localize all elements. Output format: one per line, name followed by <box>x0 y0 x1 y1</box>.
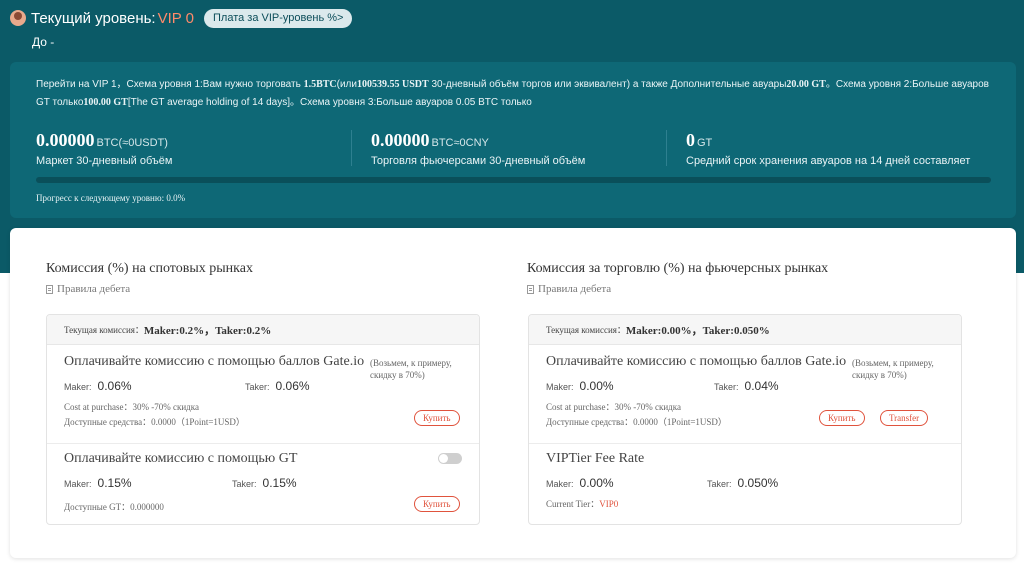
stat-spot-volume: 0.00000 BTC(≈0USDT) Маркет 30-дневный объ… <box>36 130 172 167</box>
fees-card: Комиссия (%) на спотовых рынках Правила … <box>10 228 1016 558</box>
stat-label: Средний срок хранения авуаров на 14 дней… <box>686 155 971 167</box>
spot-points-taker: Taker: 0.06% <box>245 379 310 393</box>
spot-gt-buy-button[interactable]: Купить <box>414 496 460 512</box>
vip-fee-button[interactable]: Плата за VIP-уровень %> <box>204 8 353 28</box>
stat-label: Маркет 30-дневный объём <box>36 155 173 167</box>
stat-value: 0.00000 <box>36 130 95 150</box>
section-divider <box>529 443 961 444</box>
level-label: Текущий уровень: <box>31 9 156 27</box>
futures-current-fee: Текущая комиссия： Maker:0.00%，Taker:0.050… <box>529 315 961 345</box>
spot-gt-maker: Maker: 0.15% <box>64 476 132 490</box>
futures-points-maker: Maker: 0.00% <box>546 379 614 393</box>
stat-value: 0.00000 <box>371 130 430 150</box>
stat-unit: BTC≈0CNY <box>431 137 489 149</box>
vip-tier-title: VIPTier Fee Rate <box>546 451 645 466</box>
level-value: VIP 0 <box>157 9 195 27</box>
section-divider <box>47 443 479 444</box>
spot-fee-title: Комиссия (%) на спотовых рынках <box>46 261 253 276</box>
stat-futures-volume: 0.00000 BTC≈0CNY Торговля фьючерсами 30-д… <box>371 130 585 167</box>
level-progress-bar <box>36 177 991 183</box>
avatar-icon <box>10 10 26 26</box>
futures-points-note: (Возьмем, к примеру, скидку в 70%) <box>852 358 934 380</box>
futures-points-cost: Cost at purchase：30% -70% скидка <box>546 402 681 412</box>
spot-points-cost: Cost at purchase：30% -70% скидка <box>64 402 199 412</box>
spot-points-note: (Возьмем, к примеру, скидку в 70%) <box>370 358 452 380</box>
spot-gt-taker: Taker: 0.15% <box>232 476 297 490</box>
spot-points-title: Оплачивайте комиссию с помощью баллов Ga… <box>64 354 365 369</box>
futures-fee-title: Комиссия за торговлю (%) на фьючерсных р… <box>527 261 829 276</box>
stat-gt-holding: 0 GT Средний срок хранения авуаров на 14 … <box>686 130 970 167</box>
futures-points-taker: Taker: 0.04% <box>714 379 779 393</box>
document-icon <box>527 284 534 294</box>
current-fee-value: Maker:0.2%，Taker:0.2% <box>143 324 272 337</box>
stat-value: 0 <box>686 130 695 150</box>
futures-points-buy-button[interactable]: Купить <box>819 410 865 426</box>
stat-label: Торговля фьючерсами 30-дневный объём <box>371 155 586 167</box>
debit-rules-label: Правила дебета <box>57 283 131 295</box>
stat-divider <box>666 130 667 166</box>
spot-gt-toggle[interactable] <box>438 453 462 464</box>
current-fee-label: Текущая комиссия： <box>64 325 144 335</box>
current-fee-value: Maker:0.00%，Taker:0.050% <box>625 324 770 337</box>
current-tier: Current Tier：VIP0 <box>546 499 619 509</box>
spot-current-fee: Текущая комиссия： Maker:0.2%，Taker:0.2% <box>47 315 479 345</box>
spot-gt-title: Оплачивайте комиссию с помощью GT <box>64 451 298 466</box>
spot-points-available: Доступные средства：0.0000（1Point=1USD） <box>64 417 245 427</box>
document-icon <box>46 284 53 294</box>
futures-points-title: Оплачивайте комиссию с помощью баллов Ga… <box>546 354 847 369</box>
spot-debit-rules-link[interactable]: Правила дебета <box>46 283 130 295</box>
stat-unit: GT <box>697 137 713 149</box>
vip-panel: Перейти на VIP 1，Схема уровня 1:Вам нужн… <box>10 62 1016 218</box>
vip-tier-taker: Taker: 0.050% <box>707 476 779 490</box>
current-fee-label: Текущая комиссия： <box>546 325 626 335</box>
futures-debit-rules-link[interactable]: Правила дебета <box>527 283 611 295</box>
futures-fee-box: Текущая комиссия： Maker:0.00%，Taker:0.050… <box>528 314 962 525</box>
stat-unit: BTC(≈0USDT) <box>96 137 168 149</box>
progress-label: Прогресс к следующему уровню: 0.0% <box>36 193 186 203</box>
stat-divider <box>351 130 352 166</box>
futures-transfer-button[interactable]: Transfer <box>880 410 929 426</box>
spot-points-maker: Maker: 0.06% <box>64 379 132 393</box>
spot-fee-box: Текущая комиссия： Maker:0.2%，Taker:0.2% О… <box>46 314 480 525</box>
spot-gt-available: Доступные GT：0.000000 <box>64 502 164 512</box>
vip-description: Перейти на VIP 1，Схема уровня 1:Вам нужн… <box>36 79 989 108</box>
futures-points-available: Доступные средства：0.0000（1Point=1USD） <box>546 417 727 427</box>
vip-tier-maker: Maker: 0.00% <box>546 476 614 490</box>
spot-points-buy-button[interactable]: Купить <box>414 410 460 426</box>
until-label: До - <box>32 35 55 49</box>
debit-rules-label: Правила дебета <box>538 283 612 295</box>
header: Текущий уровень: VIP 0 Плата за VIP-уров… <box>10 8 353 28</box>
